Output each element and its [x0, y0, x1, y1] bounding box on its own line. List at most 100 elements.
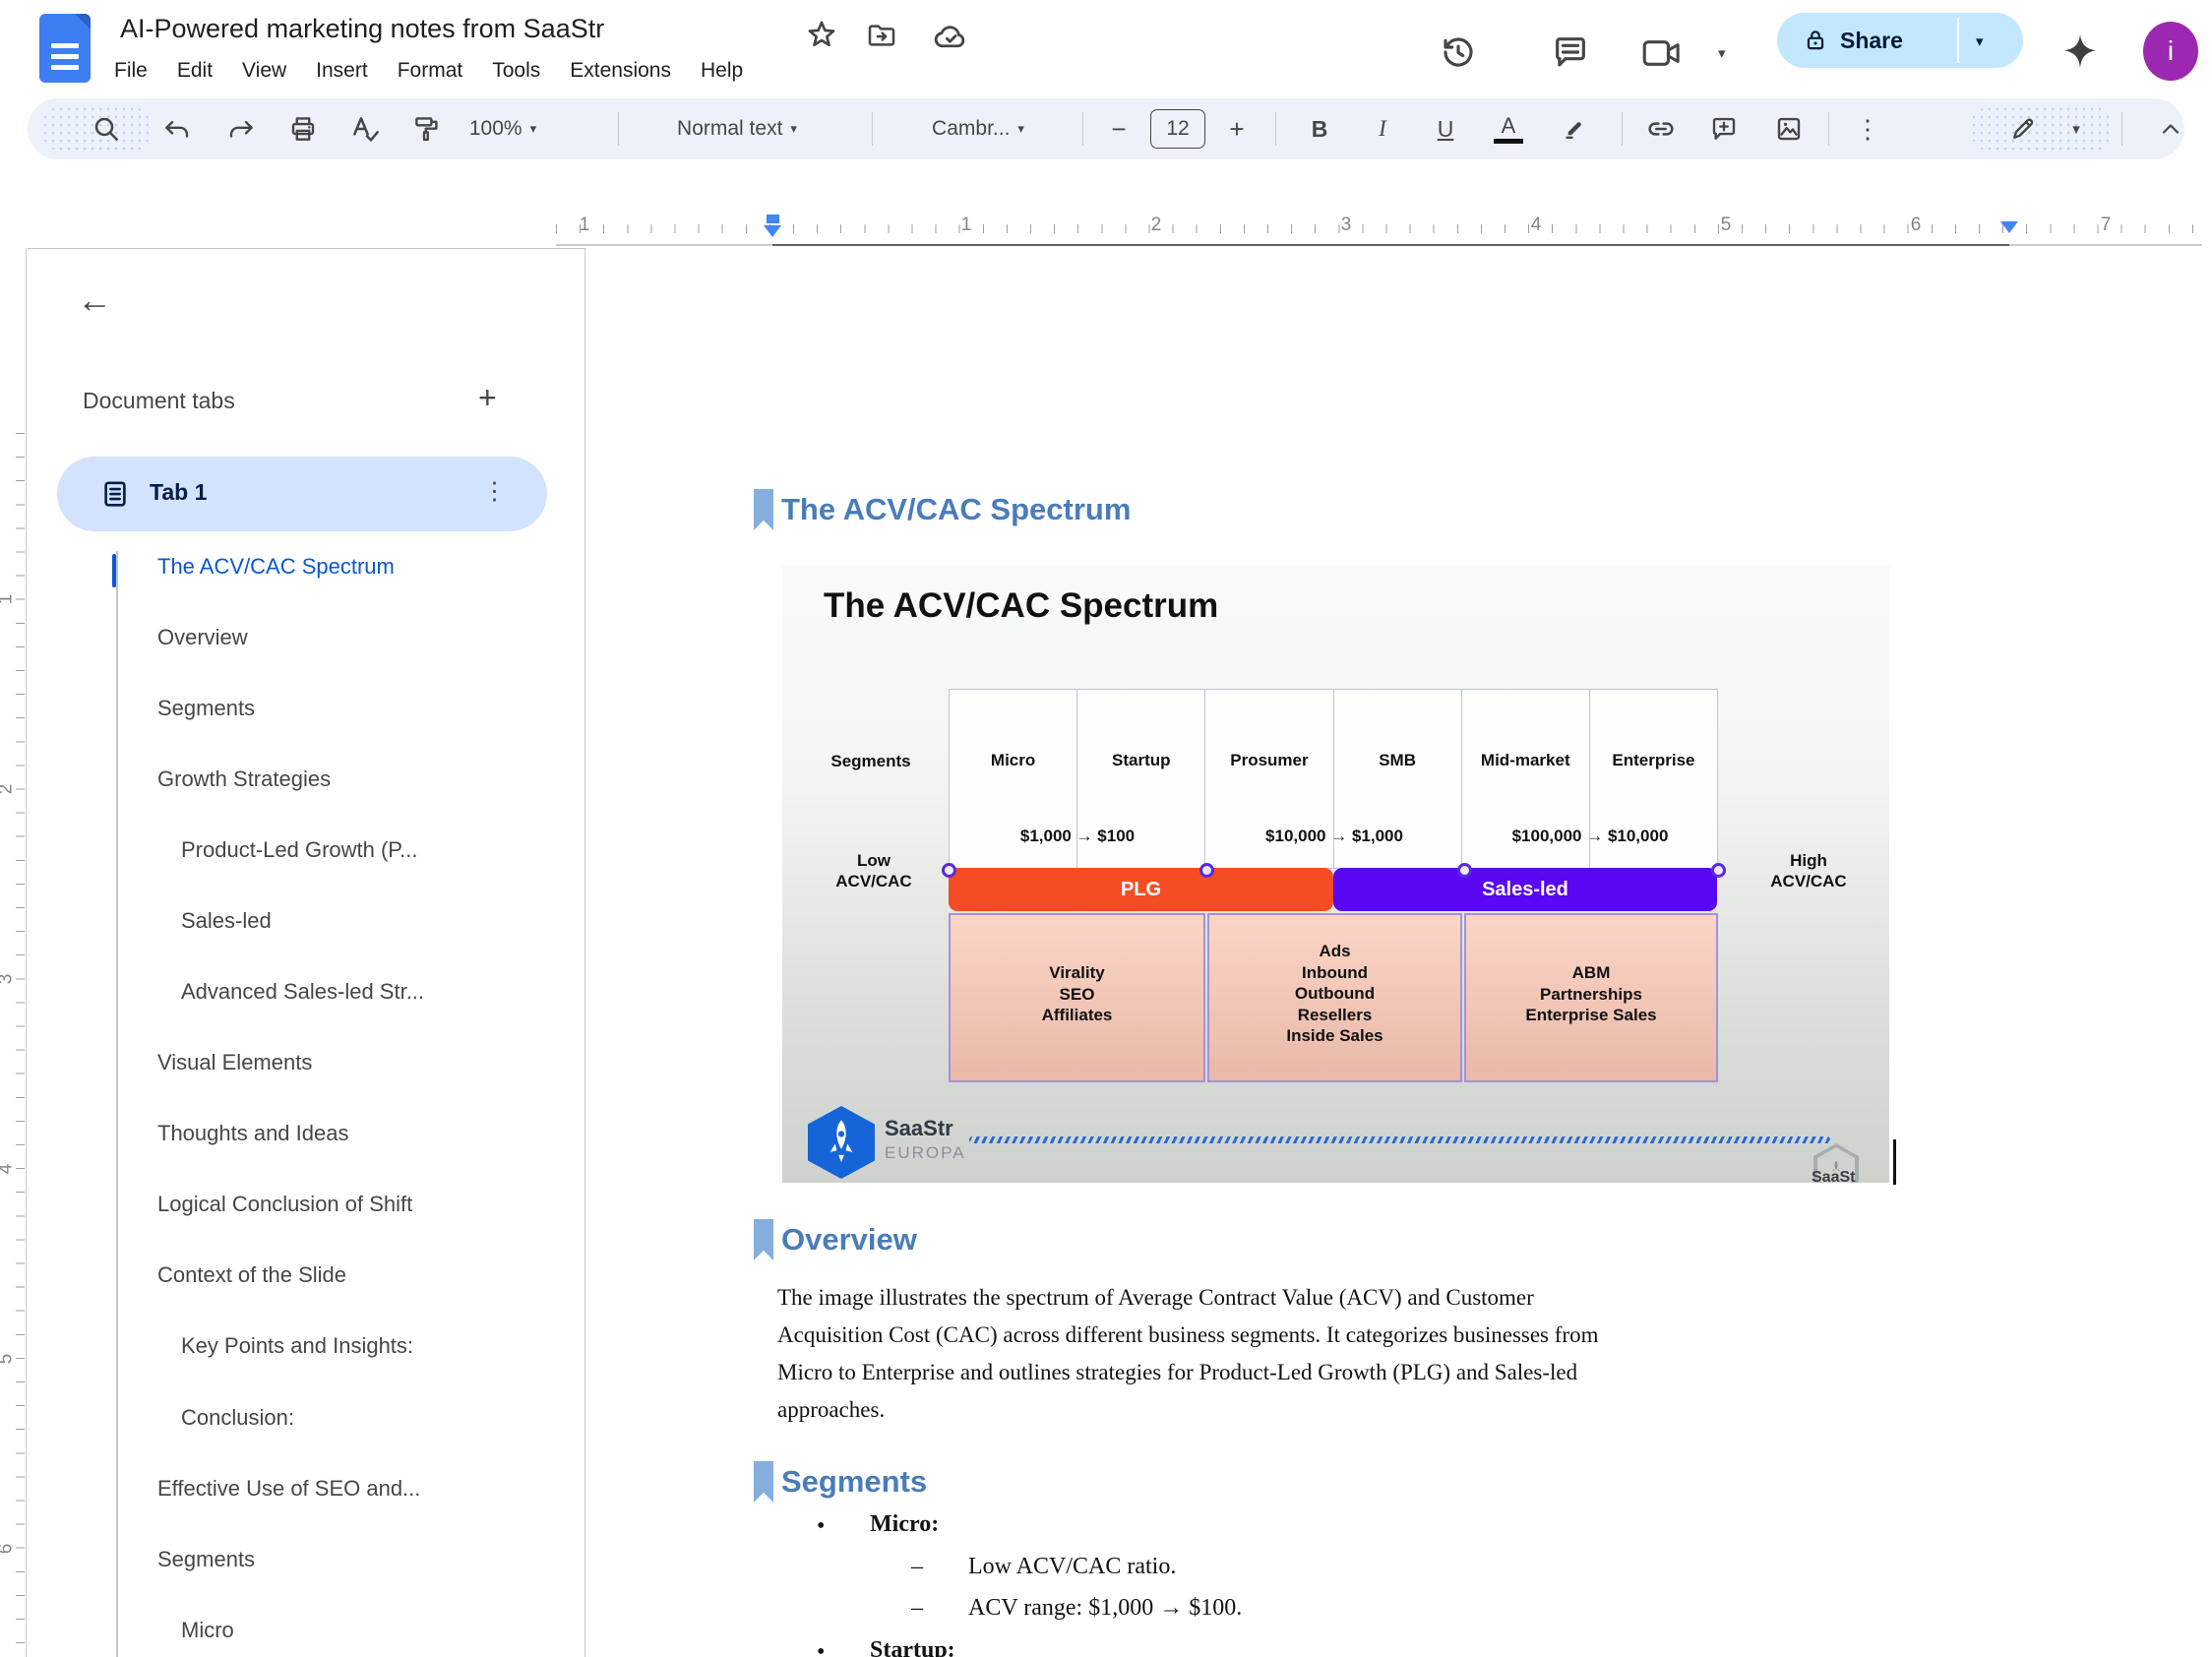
- style-name: Normal text: [677, 117, 782, 141]
- outline-item-growth-strategies[interactable]: Growth Strategies: [157, 767, 331, 792]
- overview-paragraph[interactable]: The image illustrates the spectrum of Av…: [777, 1279, 2037, 1429]
- add-tab-button[interactable]: +: [478, 380, 497, 416]
- right-indent-marker[interactable]: [2000, 221, 2018, 233]
- print-button[interactable]: [276, 98, 331, 159]
- add-comment-button[interactable]: [1696, 98, 1751, 159]
- ruler-number: 5: [0, 1354, 17, 1365]
- segment-enterprise: Enterprise: [1590, 751, 1717, 770]
- insert-image-button[interactable]: [1761, 98, 1816, 159]
- ruler-number: 3: [0, 974, 17, 985]
- meet-dropdown-arrow[interactable]: ▾: [1718, 44, 1726, 62]
- gemini-sparkle-icon[interactable]: [2058, 30, 2102, 73]
- bold-button[interactable]: B: [1295, 98, 1344, 159]
- underline-button[interactable]: U: [1421, 98, 1470, 159]
- left-indent-marker[interactable]: [764, 225, 781, 237]
- insert-link-button[interactable]: [1633, 98, 1689, 159]
- font-size-field[interactable]: 12: [1149, 98, 1206, 159]
- cloud-saved-icon[interactable]: [931, 22, 970, 51]
- dash-marker: –: [911, 1595, 923, 1622]
- document-title[interactable]: AI-Powered marketing notes from SaaStr: [120, 14, 604, 44]
- sub-bullet-acv-range[interactable]: ACV range: $1,000 → $100.: [968, 1595, 1242, 1622]
- ruler-number: 7: [2101, 215, 2112, 236]
- tab-1-item[interactable]: Tab 1 ⋮: [57, 457, 547, 531]
- styles-select[interactable]: Normal text ▾: [634, 98, 840, 159]
- segment-startup: Startup: [1077, 751, 1204, 770]
- decorative-wave-line: [969, 1136, 1830, 1143]
- star-icon[interactable]: [805, 18, 838, 51]
- outline-item-effective-seo[interactable]: Effective Use of SEO and...: [157, 1476, 420, 1502]
- menu-help[interactable]: Help: [701, 59, 743, 83]
- outline-item-micro[interactable]: Micro: [181, 1618, 234, 1643]
- zoom-select[interactable]: 100% ▾: [459, 98, 547, 159]
- editing-mode-button[interactable]: [1994, 98, 2053, 159]
- text-color-button[interactable]: A: [1484, 98, 1533, 159]
- outline-item-acv-cac-spectrum[interactable]: The ACV/CAC Spectrum: [157, 554, 395, 580]
- outline-item-key-points[interactable]: Key Points and Insights:: [181, 1333, 413, 1359]
- tab-document-icon: [100, 478, 130, 510]
- ruler-number: 5: [1721, 215, 1732, 236]
- outline-item-logical-conclusion[interactable]: Logical Conclusion of Shift: [157, 1192, 412, 1217]
- tab-options-menu[interactable]: ⋮: [482, 476, 507, 506]
- ruler-active-span: [772, 244, 2009, 246]
- menu-extensions[interactable]: Extensions: [570, 59, 671, 83]
- hide-menus-button[interactable]: [2141, 98, 2200, 159]
- spellcheck-button[interactable]: [338, 98, 393, 159]
- outline-item-plg[interactable]: Product-Led Growth (P...: [181, 837, 418, 863]
- outline-item-segments[interactable]: Segments: [157, 696, 255, 721]
- version-history-icon[interactable]: [1439, 32, 1478, 72]
- search-menus-button[interactable]: [79, 98, 134, 159]
- first-line-indent-marker[interactable]: [767, 215, 779, 223]
- outline-item-context-slide[interactable]: Context of the Slide: [157, 1262, 346, 1288]
- acv-range-prosumer-smb: $10,000 → $1,000: [1206, 827, 1462, 846]
- bullet-term-startup[interactable]: Startup:: [870, 1637, 955, 1657]
- font-size-value: 12: [1166, 117, 1189, 141]
- tab-label: Tab 1: [150, 479, 207, 506]
- embedded-slide-image[interactable]: The ACV/CAC Spectrum Micro Startup Prosu…: [782, 565, 1889, 1183]
- font-size-decrease[interactable]: −: [1096, 98, 1141, 159]
- menu-file[interactable]: File: [114, 59, 148, 83]
- undo-button[interactable]: [150, 98, 205, 159]
- ruler-number: 6: [0, 1544, 17, 1555]
- editing-mode-dropdown-arrow[interactable]: ▾: [2057, 98, 2096, 159]
- bullet-term-micro[interactable]: Micro:: [870, 1511, 939, 1538]
- more-toolbar-button[interactable]: ⋮: [1840, 98, 1895, 159]
- outline-item-thoughts-ideas[interactable]: Thoughts and Ideas: [157, 1121, 348, 1146]
- handle-dot: [942, 863, 956, 878]
- redo-button[interactable]: [214, 98, 269, 159]
- share-dropdown-arrow[interactable]: ▾: [1976, 32, 1984, 50]
- highlight-color-button[interactable]: [1547, 98, 1602, 159]
- text-color-letter: A: [1494, 115, 1523, 137]
- outline-item-visual-elements[interactable]: Visual Elements: [157, 1050, 312, 1075]
- outline-item-segments-2[interactable]: Segments: [157, 1547, 255, 1572]
- doc-heading-overview[interactable]: Overview: [781, 1222, 917, 1258]
- segment-prosumer: Prosumer: [1205, 751, 1332, 770]
- close-sidebar-back-button[interactable]: ←: [77, 279, 112, 321]
- outline-item-conclusion[interactable]: Conclusion:: [181, 1405, 294, 1431]
- doc-heading-segments[interactable]: Segments: [781, 1464, 927, 1500]
- doc-heading-acv-cac[interactable]: The ACV/CAC Spectrum: [781, 492, 1131, 527]
- google-docs-logo[interactable]: [39, 14, 91, 83]
- bullet-marker: •: [817, 1513, 825, 1540]
- outline-item-overview[interactable]: Overview: [157, 625, 248, 650]
- italic-button[interactable]: I: [1358, 98, 1407, 159]
- outline-item-advanced-sales-led[interactable]: Advanced Sales-led Str...: [181, 979, 424, 1005]
- font-select[interactable]: Cambr... ▾: [888, 98, 1069, 159]
- menu-view[interactable]: View: [242, 59, 286, 83]
- ruler-number: 4: [1531, 215, 1542, 236]
- bullet-marker: •: [817, 1639, 825, 1657]
- font-dropdown-arrow: ▾: [1017, 121, 1024, 137]
- toolbar-separator: [1622, 112, 1623, 146]
- menu-tools[interactable]: Tools: [492, 59, 540, 83]
- sub-bullet-low-ratio[interactable]: Low ACV/CAC ratio.: [968, 1554, 1176, 1580]
- move-folder-icon[interactable]: [864, 20, 899, 51]
- comments-icon[interactable]: [1551, 32, 1590, 72]
- font-size-increase[interactable]: +: [1214, 98, 1260, 159]
- menu-format[interactable]: Format: [398, 59, 463, 83]
- account-avatar[interactable]: i: [2143, 22, 2198, 81]
- menu-insert[interactable]: Insert: [316, 59, 368, 83]
- meet-video-icon[interactable]: [1641, 35, 1683, 71]
- outline-item-sales-led[interactable]: Sales-led: [181, 908, 272, 934]
- menu-edit[interactable]: Edit: [177, 59, 213, 83]
- share-button[interactable]: Share ▾: [1777, 13, 2023, 68]
- paint-format-button[interactable]: [399, 98, 455, 159]
